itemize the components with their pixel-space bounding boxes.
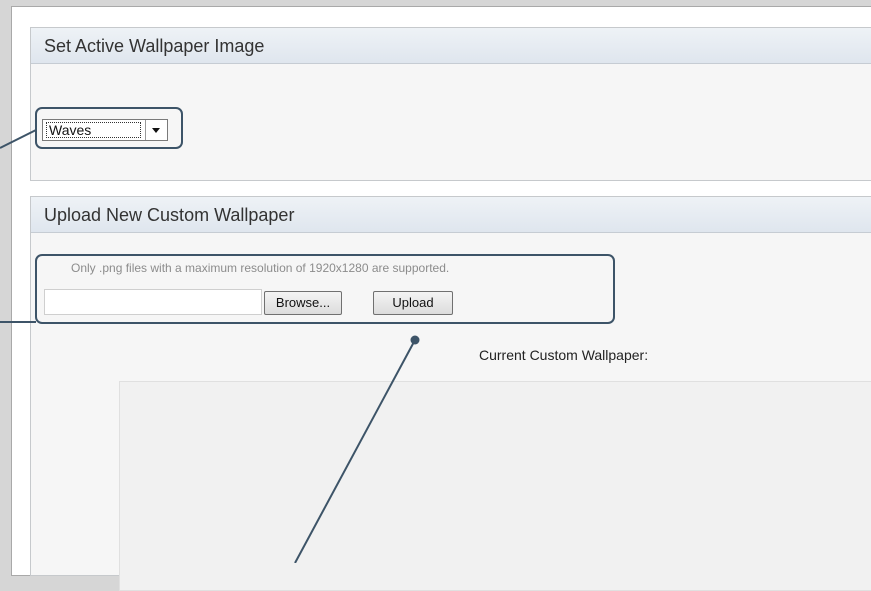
pointer-callout-dot [410,335,420,345]
pointer-callout-line [294,339,416,563]
select-callout-line [0,129,37,149]
callout-lines [0,129,420,563]
